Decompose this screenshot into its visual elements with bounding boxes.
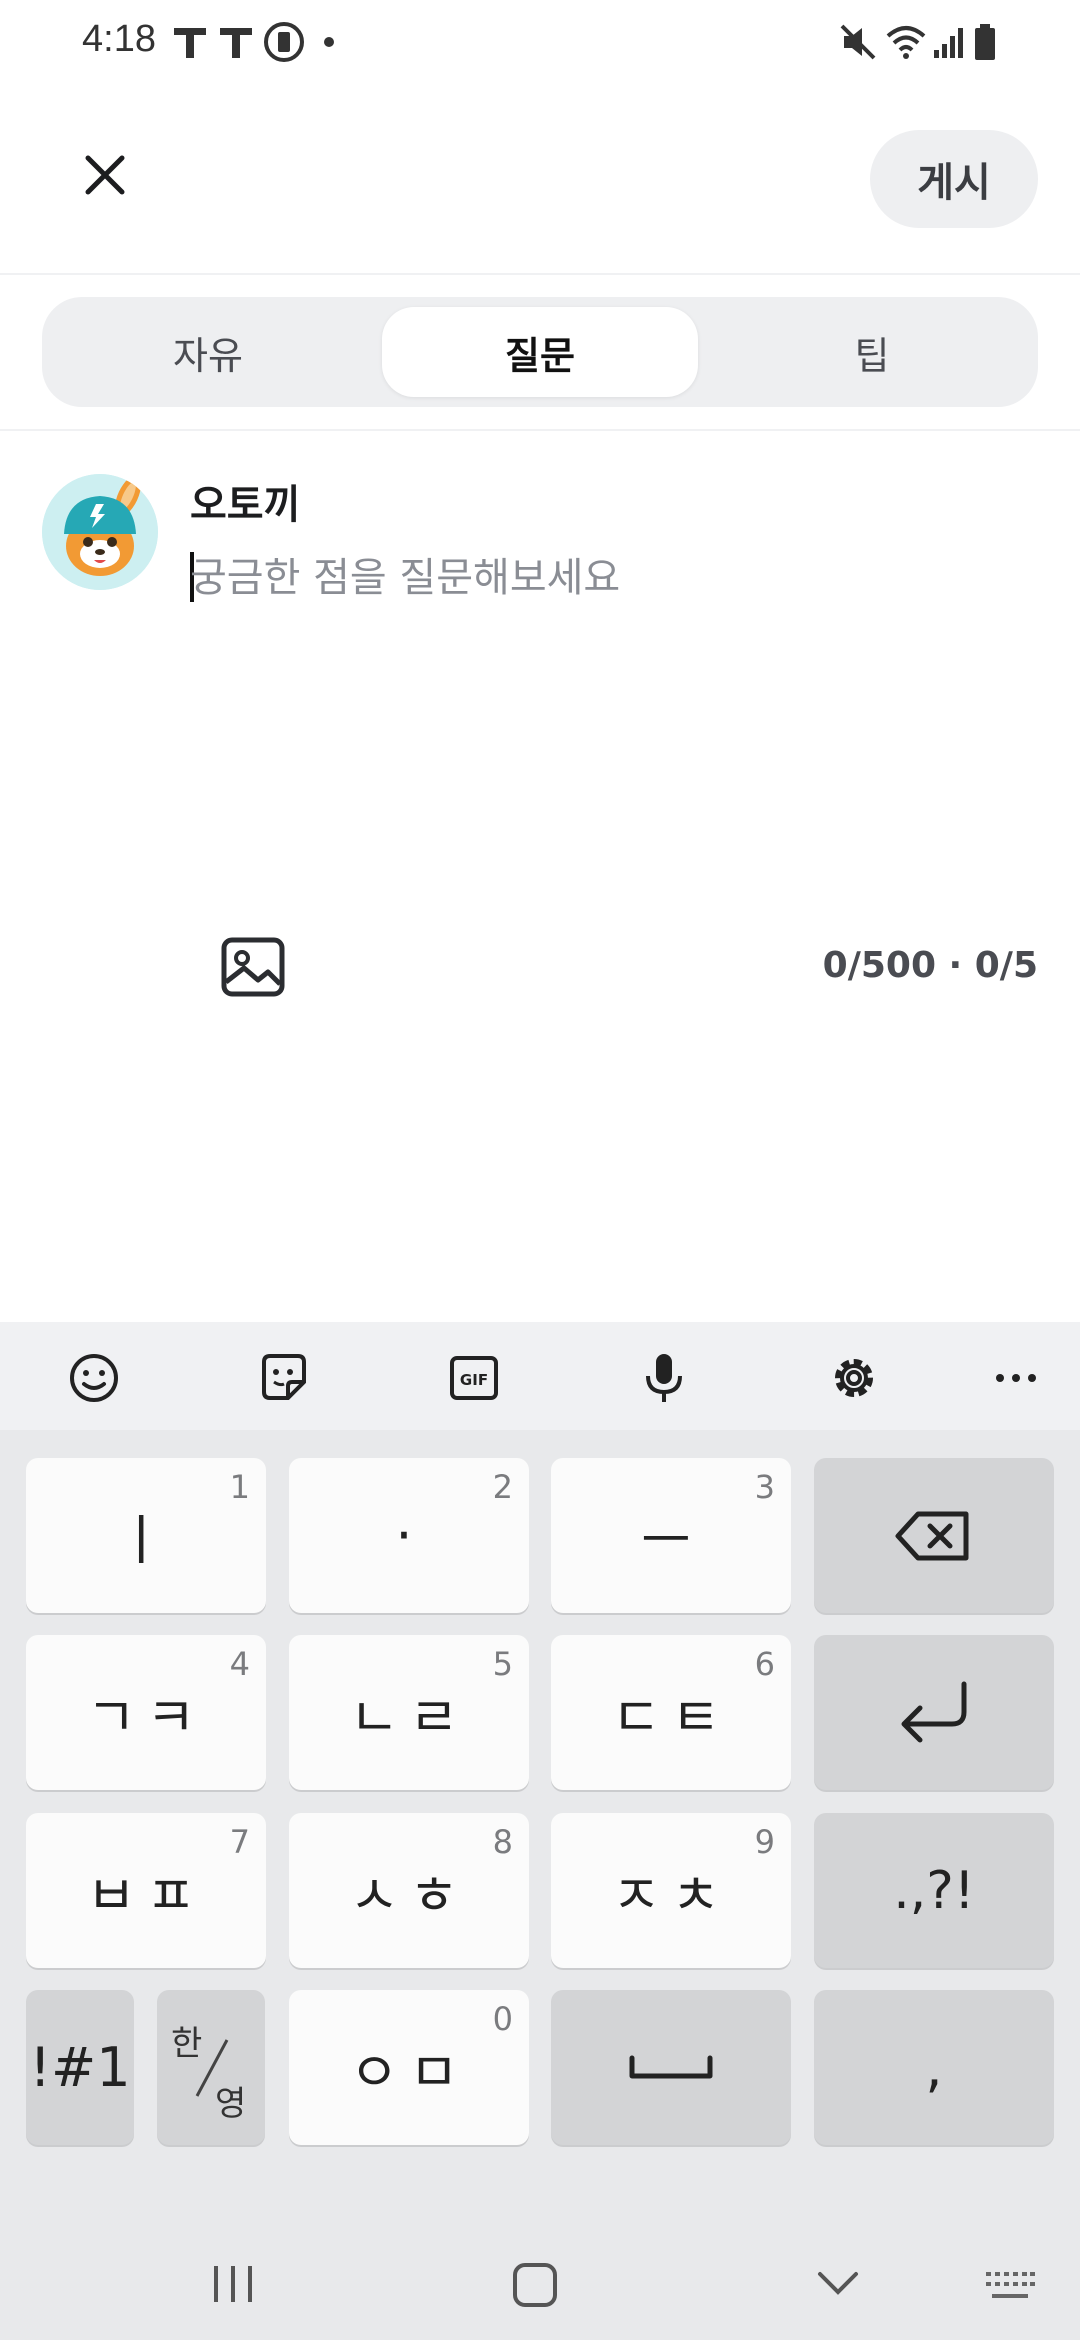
navigation-bar (0, 2210, 1080, 2340)
notification-t-icon (220, 28, 252, 58)
backspace-icon (895, 1511, 969, 1560)
symbols-key[interactable]: !#1 (26, 1990, 134, 2145)
keyboard-switch-icon[interactable] (984, 2268, 1036, 2304)
space-key[interactable] (551, 1990, 791, 2145)
gif-icon[interactable]: GIF (446, 1350, 502, 1406)
tab-tip[interactable]: 팁 (718, 307, 1026, 397)
key-6[interactable]: 6 ㄷㅌ (551, 1635, 791, 1790)
language-switch-key[interactable]: 한 영 (157, 1990, 265, 2145)
avatar (42, 474, 158, 590)
signal-icon (934, 28, 963, 58)
question-input[interactable] (190, 548, 1030, 608)
image-icon (221, 937, 285, 997)
key-5[interactable]: 5 ㄴㄹ (289, 1635, 529, 1790)
divider (0, 273, 1080, 275)
post-button[interactable]: 게시 (870, 130, 1038, 228)
punctuation-key[interactable]: .,?! (814, 1813, 1054, 1968)
battery-icon (975, 24, 995, 60)
wifi-icon (886, 26, 926, 59)
svg-text:GIF: GIF (460, 1371, 488, 1389)
key-1[interactable]: 1 ㅣ (26, 1458, 266, 1613)
backspace-key[interactable] (814, 1458, 1054, 1613)
hide-keyboard-icon[interactable] (814, 2266, 862, 2302)
key-9[interactable]: 9 ㅈㅊ (551, 1813, 791, 1968)
category-tabs: 자유 질문 팁 (42, 297, 1038, 407)
tab-question[interactable]: 질문 (382, 307, 698, 397)
sticker-icon[interactable] (256, 1350, 312, 1406)
key-4[interactable]: 4 ㄱㅋ (26, 1635, 266, 1790)
mute-icon (840, 24, 876, 60)
lang-english-label: 영 (215, 2084, 247, 2124)
key-8[interactable]: 8 ㅅㅎ (289, 1813, 529, 1968)
enter-key[interactable] (814, 1635, 1054, 1790)
comma-key[interactable]: , (814, 1990, 1054, 2145)
close-icon (85, 155, 125, 195)
tab-free[interactable]: 자유 (54, 307, 362, 397)
rabbit-avatar-icon (42, 474, 158, 590)
notification-app-icon (264, 22, 304, 62)
more-icon[interactable] (988, 1350, 1044, 1406)
close-button[interactable] (70, 140, 140, 210)
home-icon[interactable] (510, 2260, 560, 2310)
character-counter: 0/500 · 0/5 (822, 945, 1038, 986)
key-3[interactable]: 3 ㅡ (551, 1458, 791, 1613)
notification-t-icon (174, 28, 206, 58)
recent-apps-icon[interactable] (210, 2262, 256, 2306)
key-0[interactable]: 0 ㅇㅁ (289, 1990, 529, 2145)
settings-icon[interactable] (826, 1350, 882, 1406)
mic-icon[interactable] (636, 1350, 692, 1406)
keyboard-toolbar (0, 1322, 1080, 1430)
author-name: 오토끼 (190, 482, 301, 528)
enter-icon (901, 1681, 967, 1742)
more-notifications-dot-icon (324, 37, 334, 47)
space-icon (629, 2055, 713, 2078)
status-time: 4:18 (82, 18, 156, 60)
divider (0, 429, 1080, 431)
emoji-icon[interactable] (66, 1350, 122, 1406)
key-2[interactable]: 2 · (289, 1458, 529, 1613)
attach-image-button[interactable] (218, 932, 288, 1002)
status-bar: 4:18 (0, 0, 1080, 84)
key-7[interactable]: 7 ㅂㅍ (26, 1813, 266, 1968)
